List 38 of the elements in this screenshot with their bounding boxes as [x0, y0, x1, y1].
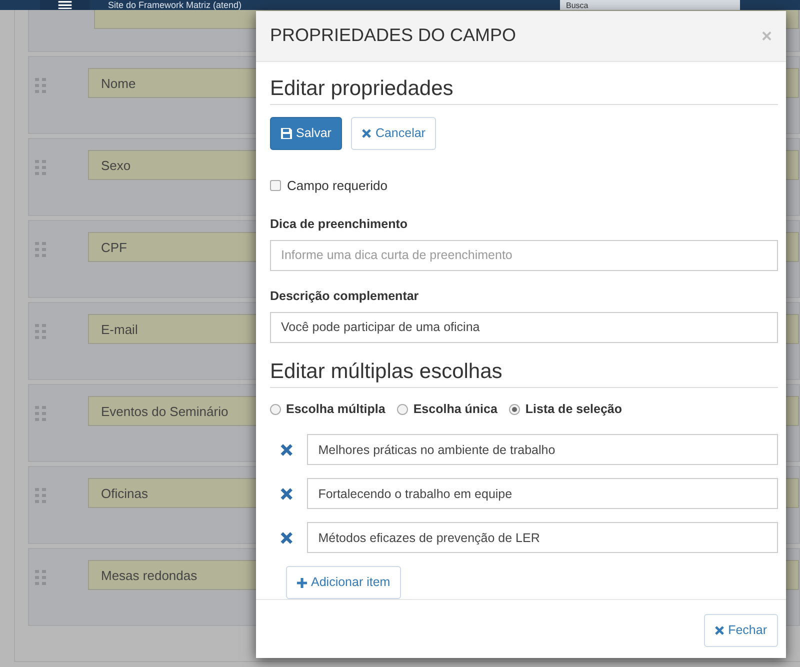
remove-icon[interactable]: [280, 530, 294, 545]
choice-input-field[interactable]: Fortalecendo o trabalho em equipe: [307, 478, 778, 510]
field-label: Dica de preenchimento: [270, 216, 409, 234]
drag-handle-icon[interactable]: [35, 570, 47, 586]
plus-icon: [297, 578, 307, 588]
remove-icon[interactable]: [280, 486, 294, 501]
drag-handle-icon[interactable]: [35, 324, 47, 340]
radio-label: Escolha única: [413, 400, 498, 418]
choice-input-field[interactable]: Melhores práticas no ambiente de trabalho: [307, 434, 778, 466]
drag-handle-icon[interactable]: [35, 406, 47, 422]
drag-handle-icon[interactable]: [35, 242, 47, 258]
search-field[interactable]: Busca: [560, 0, 740, 10]
description-input-field[interactable]: Você pode participar de uma oficina: [270, 312, 778, 343]
radio-label: Lista de seleção: [525, 400, 622, 418]
close-icon: [362, 128, 372, 138]
remove-icon[interactable]: [280, 442, 294, 457]
add-item-button[interactable]: Adicionar item: [286, 566, 402, 600]
drag-handle-icon[interactable]: [35, 488, 47, 504]
section-heading: Editar propriedades: [270, 76, 778, 105]
cancel-button[interactable]: Cancelar: [351, 116, 436, 150]
radio-button[interactable]: [270, 404, 281, 415]
drag-handle-icon[interactable]: [35, 160, 47, 176]
checkbox[interactable]: [270, 180, 281, 191]
site-title[interactable]: Site do Framework Matriz (atend): [108, 0, 242, 10]
radio-button[interactable]: [509, 404, 520, 415]
close-icon: [715, 626, 724, 636]
field-label: Descrição complementar: [270, 288, 420, 305]
menu-icon[interactable]: [40, 0, 90, 10]
close-button[interactable]: Fechar: [704, 614, 778, 647]
radio-label: Escolha múltipla: [286, 400, 386, 418]
drag-handle-icon[interactable]: [35, 78, 47, 94]
save-button[interactable]: Salvar: [270, 116, 342, 150]
choice-input-field[interactable]: Métodos eficazes de prevenção de LER: [307, 522, 778, 554]
modal-title: PROPRIEDADES DO CAMPO: [270, 25, 516, 47]
hint-input-field[interactable]: Informe uma dica curta de preenchimento: [270, 240, 778, 271]
radio-button[interactable]: [397, 404, 408, 415]
checkbox-label: Campo requerido: [287, 176, 388, 195]
section-heading: Editar múltiplas escolhas: [270, 358, 778, 388]
